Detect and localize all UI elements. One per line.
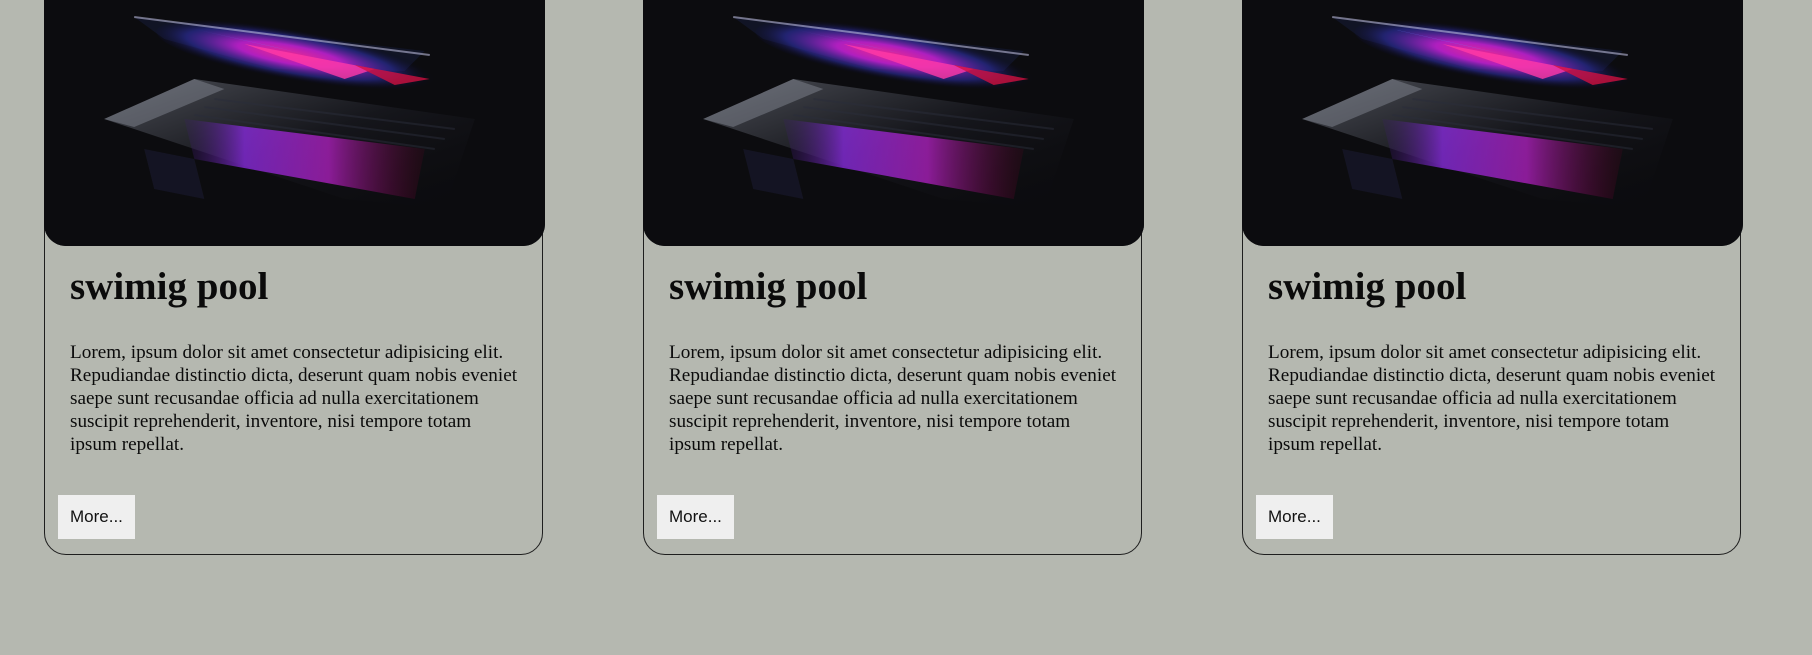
card-image [1242, 0, 1743, 246]
card-title: swimig pool [669, 265, 868, 308]
card-title: swimig pool [1268, 265, 1467, 308]
card-image [44, 0, 545, 246]
card-title: swimig pool [70, 265, 269, 308]
more-button[interactable]: More... [58, 495, 135, 539]
card: swimig pool Lorem, ipsum dolor sit amet … [643, 0, 1144, 555]
laptop-photo-image [44, 0, 545, 246]
more-button[interactable]: More... [1256, 495, 1333, 539]
card-text: Lorem, ipsum dolor sit amet consectetur … [1268, 342, 1716, 455]
laptop-photo-image [1242, 0, 1743, 246]
card: swimig pool Lorem, ipsum dolor sit amet … [1242, 0, 1743, 555]
card-text: Lorem, ipsum dolor sit amet consectetur … [669, 342, 1117, 455]
card: swimig pool Lorem, ipsum dolor sit amet … [44, 0, 545, 555]
more-button[interactable]: More... [657, 495, 734, 539]
laptop-photo-image [643, 0, 1144, 246]
card-list: swimig pool Lorem, ipsum dolor sit amet … [0, 0, 1812, 655]
card-text: Lorem, ipsum dolor sit amet consectetur … [70, 342, 518, 455]
card-image [643, 0, 1144, 246]
